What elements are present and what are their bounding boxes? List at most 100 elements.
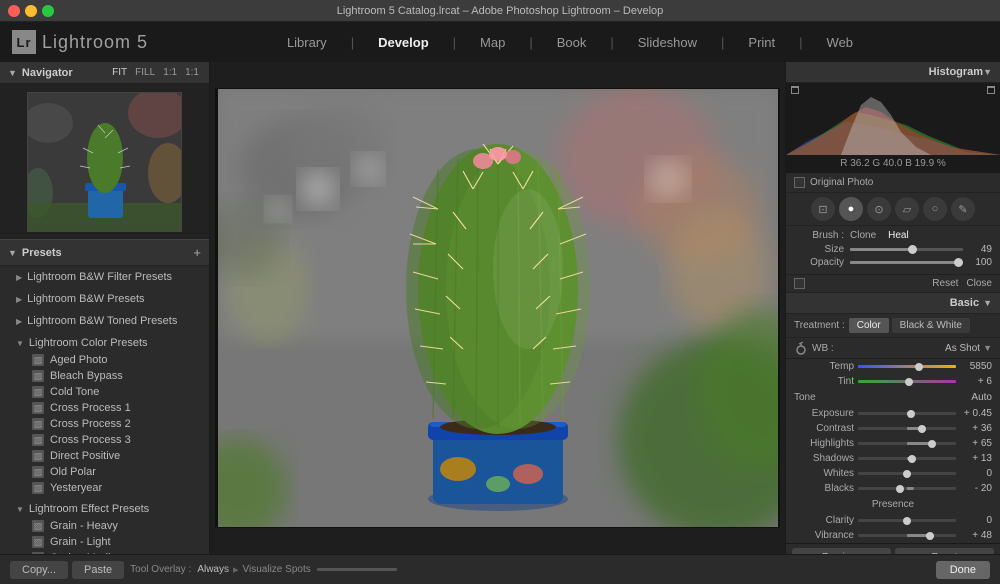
graduated-filter-tool[interactable]: ▱ <box>895 197 919 221</box>
window-title: Lightroom 5 Catalog.lrcat – Adobe Photos… <box>337 5 664 17</box>
clarity-slider[interactable] <box>858 519 956 522</box>
fit-btn-1to1[interactable]: 1:1 <box>161 66 179 79</box>
preset-cross-process-3[interactable]: ▨ Cross Process 3 <box>0 432 209 448</box>
preset-group-effect-header[interactable]: ▼ Lightroom Effect Presets <box>0 500 209 518</box>
presets-add[interactable]: + <box>193 245 201 260</box>
nav-map[interactable]: Map <box>476 33 509 52</box>
previous-button[interactable]: Previous <box>792 548 891 554</box>
clarity-thumb[interactable] <box>903 517 911 525</box>
copy-button[interactable]: Copy... <box>10 561 68 579</box>
brush-section: Brush : Clone Heal Size 49 Opacity <box>786 226 1000 275</box>
original-photo-check[interactable]: Original Photo <box>786 173 1000 193</box>
tool-overlay-value[interactable]: Always <box>197 564 229 575</box>
preset-grain-heavy[interactable]: ▨ Grain - Heavy <box>0 518 209 534</box>
redeye-tool[interactable]: ⊙ <box>867 197 891 221</box>
brush-tool[interactable]: ✎ <box>951 197 975 221</box>
treatment-color-btn[interactable]: Color <box>849 318 889 333</box>
presets-header[interactable]: ▼ Presets + <box>0 239 209 266</box>
basic-header[interactable]: Basic ▼ <box>786 293 1000 314</box>
tint-thumb[interactable] <box>905 378 913 386</box>
preset-group-color-header[interactable]: ▼ Lightroom Color Presets <box>0 334 209 352</box>
preset-grain-medium[interactable]: ▨ Grain - Medium <box>0 550 209 554</box>
tone-section: Tone Auto <box>786 389 1000 406</box>
blacks-label: Blacks <box>794 483 854 494</box>
preset-cross-process-2[interactable]: ▨ Cross Process 2 <box>0 416 209 432</box>
preset-group-bw-header[interactable]: ▶ Lightroom B&W Presets <box>0 290 209 308</box>
brush-actions: Reset Close <box>786 275 1000 293</box>
tint-slider[interactable] <box>858 380 956 383</box>
blacks-thumb[interactable] <box>896 485 904 493</box>
highlights-slider[interactable] <box>858 442 956 445</box>
preset-group-bwtoned-header[interactable]: ▶ Lightroom B&W Toned Presets <box>0 312 209 330</box>
preset-yesteryear[interactable]: ▨ Yesteryear <box>0 480 209 496</box>
fit-btn-custom[interactable]: 1:1 <box>183 66 201 79</box>
vibrance-thumb[interactable] <box>926 532 934 540</box>
nav-slideshow[interactable]: Slideshow <box>634 33 701 52</box>
temp-thumb[interactable] <box>915 363 923 371</box>
shadows-thumb[interactable] <box>908 455 916 463</box>
opacity-slider-thumb[interactable] <box>954 258 963 267</box>
size-slider-thumb[interactable] <box>908 245 917 254</box>
temp-slider[interactable] <box>858 365 956 368</box>
maximize-button[interactable] <box>42 5 54 17</box>
nav-develop[interactable]: Develop <box>374 33 433 52</box>
tone-auto[interactable]: Auto <box>971 392 992 403</box>
exposure-thumb[interactable] <box>907 410 915 418</box>
preset-direct-positive[interactable]: ▨ Direct Positive <box>0 448 209 464</box>
preset-group-bwfilter-header[interactable]: ▶ Lightroom B&W Filter Presets <box>0 268 209 286</box>
crop-tool[interactable]: ⊡ <box>811 197 835 221</box>
radial-filter-tool[interactable]: ○ <box>923 197 947 221</box>
highlights-thumb[interactable] <box>928 440 936 448</box>
preset-icon: ▨ <box>32 386 44 398</box>
vibrance-slider[interactable] <box>858 534 956 537</box>
preset-bleach-bypass[interactable]: ▨ Bleach Bypass <box>0 368 209 384</box>
preset-aged-photo[interactable]: ▨ Aged Photo <box>0 352 209 368</box>
preset-cold-tone[interactable]: ▨ Cold Tone <box>0 384 209 400</box>
minimize-button[interactable] <box>25 5 37 17</box>
original-photo-checkbox[interactable] <box>794 177 805 188</box>
preset-grain-light[interactable]: ▨ Grain - Light <box>0 534 209 550</box>
navigator-header[interactable]: ▼ Navigator FIT FILL 1:1 1:1 <box>0 62 209 84</box>
exposure-slider[interactable] <box>858 412 956 415</box>
preset-icon: ▨ <box>32 450 44 462</box>
close-button[interactable] <box>8 5 20 17</box>
blacks-slider[interactable] <box>858 487 956 490</box>
preset-group-effect: ▼ Lightroom Effect Presets ▨ Grain - Hea… <box>0 498 209 554</box>
brush-clone[interactable]: Clone <box>850 230 876 241</box>
close-button[interactable]: Close <box>966 278 992 289</box>
heal-tool[interactable]: ● <box>839 197 863 221</box>
nav-web[interactable]: Web <box>823 33 858 52</box>
contrast-thumb[interactable] <box>918 425 926 433</box>
treatment-label: Treatment : <box>794 320 845 331</box>
tint-row: Tint + 6 <box>786 374 1000 389</box>
histogram-header[interactable]: Histogram ▼ <box>786 62 1000 83</box>
preset-old-polar[interactable]: ▨ Old Polar <box>0 464 209 480</box>
reset-button[interactable]: Reset <box>932 278 958 289</box>
nav-library[interactable]: Library <box>283 33 331 52</box>
wb-dropdown-arrow[interactable]: ▼ <box>983 343 992 353</box>
shadows-value: + 13 <box>960 453 992 464</box>
eyedropper-icon[interactable] <box>794 341 808 355</box>
treatment-bw-btn[interactable]: Black & White <box>892 318 970 333</box>
wb-value[interactable]: As Shot <box>945 343 980 354</box>
histogram-label: Histogram <box>794 66 983 78</box>
whites-thumb[interactable] <box>903 470 911 478</box>
fit-btn-fill[interactable]: FILL <box>133 66 157 79</box>
traffic-lights[interactable] <box>8 5 54 17</box>
nav-print[interactable]: Print <box>744 33 779 52</box>
reset-develop-button[interactable]: Reset <box>895 548 994 554</box>
visualize-slider[interactable] <box>317 568 397 571</box>
done-button[interactable]: Done <box>936 561 990 579</box>
opacity-slider-track[interactable] <box>850 261 963 264</box>
contrast-slider[interactable] <box>858 427 956 430</box>
whites-slider[interactable] <box>858 472 956 475</box>
preset-cross-process-1[interactable]: ▨ Cross Process 1 <box>0 400 209 416</box>
size-slider-track[interactable] <box>850 248 963 251</box>
paste-button[interactable]: Paste <box>72 561 124 579</box>
navbar: Lr Lightroom 5 Library | Develop | Map |… <box>0 22 1000 62</box>
main-photo <box>218 89 778 527</box>
fit-btn-fit[interactable]: FIT <box>110 66 129 79</box>
nav-book[interactable]: Book <box>553 33 591 52</box>
shadows-slider[interactable] <box>858 457 956 460</box>
brush-heal[interactable]: Heal <box>888 230 909 241</box>
